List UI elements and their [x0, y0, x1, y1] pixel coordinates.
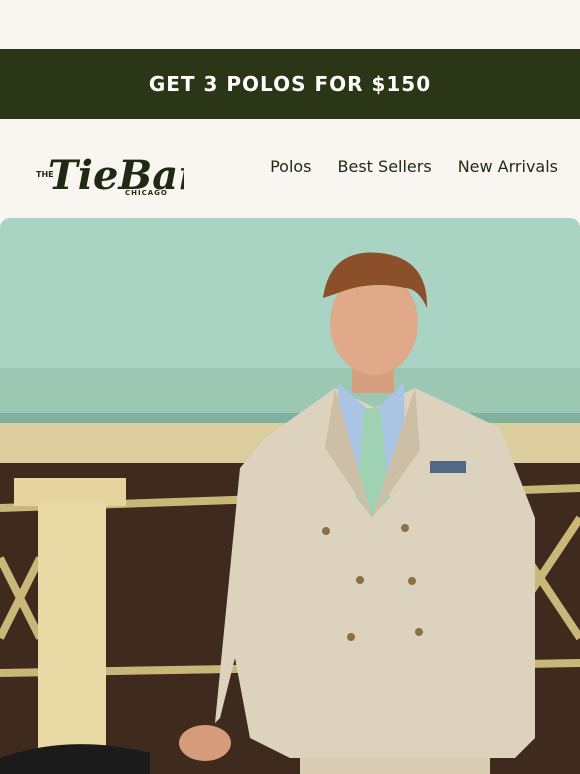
- roof-edge: [0, 368, 580, 418]
- site-header: THE TieBar CHICAGO Polos Best Sellers Ne…: [0, 119, 580, 219]
- hand: [179, 725, 231, 761]
- tie-bar-logo[interactable]: THE TieBar CHICAGO: [34, 141, 202, 201]
- promo-text: GET 3 POLOS FOR $150: [148, 72, 432, 96]
- hero-image[interactable]: [0, 218, 580, 774]
- nav-polos[interactable]: Polos: [270, 157, 311, 176]
- main-nav: Polos Best Sellers New Arrivals: [270, 157, 558, 176]
- column-shaft: [38, 503, 106, 774]
- promo-banner[interactable]: GET 3 POLOS FOR $150: [0, 49, 580, 119]
- pocket-square: [430, 461, 466, 473]
- nav-new-arrivals[interactable]: New Arrivals: [458, 157, 558, 176]
- logo-city: CHICAGO: [125, 189, 168, 197]
- column-capital: [14, 478, 126, 506]
- nav-best-sellers[interactable]: Best Sellers: [338, 157, 432, 176]
